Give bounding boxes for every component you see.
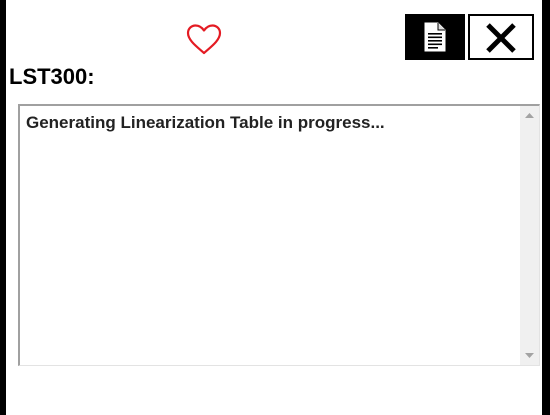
log-line: Generating Linearization Table in progre…: [26, 113, 385, 132]
close-button[interactable]: [468, 14, 534, 60]
window-left-border: [0, 0, 6, 415]
scroll-up-arrow[interactable]: [520, 106, 539, 125]
dialog-window: LST300: Generating Linearization Table i…: [0, 0, 550, 415]
chevron-up-icon: [525, 113, 534, 118]
log-document-button[interactable]: [405, 14, 465, 60]
device-label: LST300:: [9, 64, 95, 89]
log-textarea[interactable]: Generating Linearization Table in progre…: [18, 104, 540, 366]
document-icon: [424, 22, 446, 52]
close-icon: [486, 23, 516, 53]
scroll-down-arrow[interactable]: [520, 346, 539, 365]
vertical-scrollbar[interactable]: [520, 106, 539, 365]
heart-icon[interactable]: [186, 24, 222, 56]
window-right-border: [542, 0, 550, 415]
chevron-down-icon: [525, 353, 534, 358]
